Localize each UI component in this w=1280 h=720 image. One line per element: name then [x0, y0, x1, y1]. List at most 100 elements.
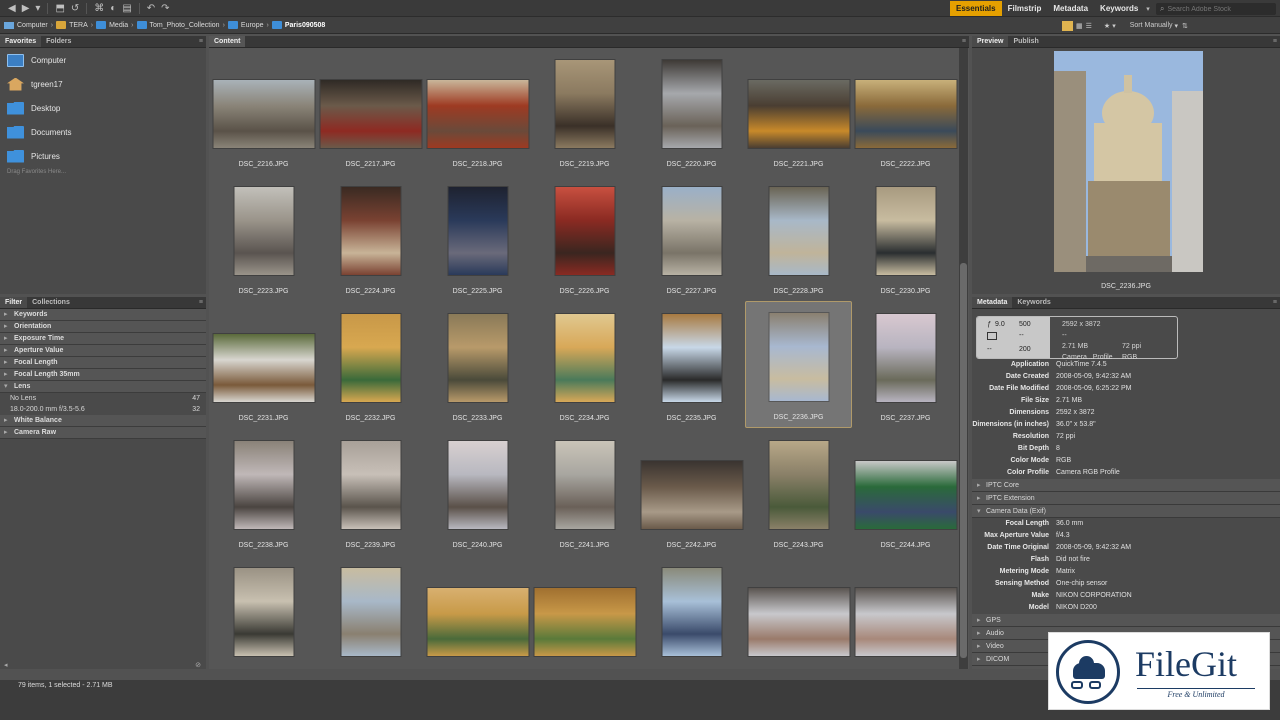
section-camera-data-exif[interactable]: Camera Data (Exif): [972, 505, 1280, 518]
thumbnail-cell[interactable]: DSC_2246.JPG: [317, 555, 424, 669]
thumbnail-image[interactable]: [555, 187, 614, 275]
thumbnail-cell[interactable]: DSC_2221.JPG: [745, 47, 852, 174]
filter-lens-option[interactable]: No Lens 47: [0, 393, 206, 404]
workspace-keywords[interactable]: Keywords: [1094, 1, 1144, 16]
metadata-value[interactable]: RGB: [1056, 455, 1071, 467]
breadcrumb-europe[interactable]: Europe: [227, 21, 263, 29]
thumbnail-cell[interactable]: DSC_2218.JPG: [424, 47, 531, 174]
metadata-value[interactable]: Did not fire: [1056, 554, 1090, 566]
thumbnail-cell[interactable]: DSC_2233.JPG: [424, 301, 531, 428]
metadata-section-header[interactable]: GPS: [972, 614, 1280, 627]
metadata-value[interactable]: NIKON CORPORATION: [1056, 590, 1132, 602]
thumbnail-image[interactable]: [662, 187, 721, 275]
breadcrumb-computer[interactable]: Computer: [4, 21, 48, 29]
thumbnail-cell[interactable]: DSC_2231.JPG: [210, 301, 317, 428]
chevron-down-icon[interactable]: ▾: [1112, 22, 1116, 30]
sort-direction-icon[interactable]: ⇅: [1182, 22, 1188, 30]
breadcrumb-tom-photo-collection[interactable]: Tom_Photo_Collection: [136, 21, 220, 29]
thumbnail-cell[interactable]: DSC_2230.JPG: [852, 174, 958, 301]
thumbnail-cell[interactable]: DSC_2236.JPG: [745, 301, 852, 428]
tab-keywords[interactable]: Keywords: [1012, 297, 1055, 308]
thumbnail-image[interactable]: [769, 441, 828, 529]
thumbnail-cell[interactable]: DSC_2234.JPG: [531, 301, 638, 428]
thumbnail-cell[interactable]: DSC_2216.JPG: [210, 47, 317, 174]
get-photos-icon[interactable]: ⬒: [55, 0, 64, 17]
content-scrollbar[interactable]: [959, 48, 968, 669]
metadata-value[interactable]: Matrix: [1056, 566, 1075, 578]
thumbnail-image[interactable]: [213, 80, 314, 148]
filter-exposure-time[interactable]: Exposure Time: [0, 333, 206, 345]
metadata-value[interactable]: 36.0" x 53.8": [1056, 419, 1096, 431]
thumbnail-cell[interactable]: DSC_2220.JPG: [638, 47, 745, 174]
thumbnail-image[interactable]: [662, 314, 721, 402]
thumbnail-image[interactable]: [320, 80, 421, 148]
thumbnail-image[interactable]: [341, 314, 400, 402]
metadata-value[interactable]: 36.0 mm: [1056, 518, 1083, 530]
rotate-right-icon[interactable]: ↷: [161, 0, 169, 17]
thumbnail-image[interactable]: [855, 461, 956, 529]
thumbnail-cell[interactable]: DSC_2239.JPG: [317, 428, 424, 555]
thumbnail-cell[interactable]: DSC_2226.JPG: [531, 174, 638, 301]
details-view-icon[interactable]: ▦: [1076, 22, 1083, 30]
thumbnail-cell[interactable]: DSC_2224.JPG: [317, 174, 424, 301]
thumbnail-image[interactable]: [341, 187, 400, 275]
metadata-value[interactable]: NIKON D200: [1056, 602, 1097, 614]
workspace-menu-chevron-icon[interactable]: ▾: [1146, 5, 1150, 13]
thumbnail-image[interactable]: [641, 461, 742, 529]
metadata-section-header[interactable]: IPTC Core: [972, 479, 1280, 492]
thumbnail-image[interactable]: [234, 568, 293, 656]
thumbnail-image[interactable]: [855, 80, 956, 148]
thumbnail-image[interactable]: [855, 588, 956, 656]
clear-filter-icon[interactable]: ⊘: [195, 661, 201, 669]
thumbnail-cell[interactable]: DSC_2223.JPG: [210, 174, 317, 301]
thumbnail-cell[interactable]: DSC_2248.JPG: [531, 555, 638, 669]
thumbnail-image[interactable]: [427, 80, 528, 148]
thumbnail-cell[interactable]: DSC_2250.JPG: [745, 555, 852, 669]
metadata-value[interactable]: 72 ppi: [1056, 431, 1075, 443]
thumbnail-image[interactable]: [234, 441, 293, 529]
list-view-icon[interactable]: ☰: [1086, 22, 1092, 30]
favorite-computer[interactable]: Computer: [0, 48, 206, 72]
thumbnail-cell[interactable]: DSC_2227.JPG: [638, 174, 745, 301]
panel-menu-icon[interactable]: ≡: [962, 36, 969, 47]
tab-filter[interactable]: Filter: [0, 297, 28, 308]
workspace-filmstrip[interactable]: Filmstrip: [1002, 1, 1048, 16]
thumbnail-image[interactable]: [748, 80, 849, 148]
filter-lens[interactable]: Lens: [0, 381, 206, 393]
metadata-value[interactable]: 2.71 MB: [1056, 395, 1082, 407]
thumbnail-cell[interactable]: DSC_2241.JPG: [531, 428, 638, 555]
pin-filter-icon[interactable]: ◂: [4, 661, 8, 669]
favorite-documents[interactable]: Documents: [0, 120, 206, 144]
star-filter-icon[interactable]: ★: [1104, 22, 1110, 30]
favorite-desktop[interactable]: Desktop: [0, 96, 206, 120]
thumbnail-image[interactable]: [769, 187, 828, 275]
boomerang-icon[interactable]: ↺: [71, 0, 79, 17]
thumbnail-image[interactable]: [448, 314, 507, 402]
thumbnail-image[interactable]: [555, 60, 614, 148]
panel-menu-icon[interactable]: ≡: [199, 297, 206, 308]
thumbnail-cell[interactable]: DSC_2243.JPG: [745, 428, 852, 555]
metadata-value[interactable]: 2008-05-09, 9:42:32 AM: [1056, 371, 1131, 383]
thumbnail-image[interactable]: [341, 568, 400, 656]
stock-search-input[interactable]: [1167, 5, 1272, 13]
thumbnail-cell[interactable]: DSC_2219.JPG: [531, 47, 638, 174]
workspace-metadata[interactable]: Metadata: [1047, 1, 1094, 16]
thumbnail-image[interactable]: [534, 588, 635, 656]
thumbnail-cell[interactable]: DSC_2245.JPG: [210, 555, 317, 669]
metadata-value[interactable]: Camera RGB Profile: [1056, 467, 1120, 479]
open-in-camera-raw-icon[interactable]: ◐: [110, 0, 116, 17]
thumbnail-cell[interactable]: DSC_2240.JPG: [424, 428, 531, 555]
tab-publish[interactable]: Publish: [1008, 36, 1043, 47]
thumbnail-image[interactable]: [341, 441, 400, 529]
thumbnail-image[interactable]: [876, 314, 935, 402]
thumbnail-cell[interactable]: DSC_2232.JPG: [317, 301, 424, 428]
filter-lens-option[interactable]: 18.0-200.0 mm f/3.5-5.6 32: [0, 404, 206, 415]
thumbnail-cell[interactable]: DSC_2237.JPG: [852, 301, 958, 428]
thumbnail-cell[interactable]: DSC_2217.JPG: [317, 47, 424, 174]
favorite-pictures[interactable]: Pictures: [0, 144, 206, 168]
thumbnail-cell[interactable]: DSC_2222.JPG: [852, 47, 958, 174]
tab-folders[interactable]: Folders: [41, 36, 76, 47]
breadcrumb-paris090508[interactable]: Paris090508: [271, 21, 325, 29]
filter-focal-length-35mm[interactable]: Focal Length 35mm: [0, 369, 206, 381]
rotate-left-icon[interactable]: ↶: [147, 0, 155, 17]
